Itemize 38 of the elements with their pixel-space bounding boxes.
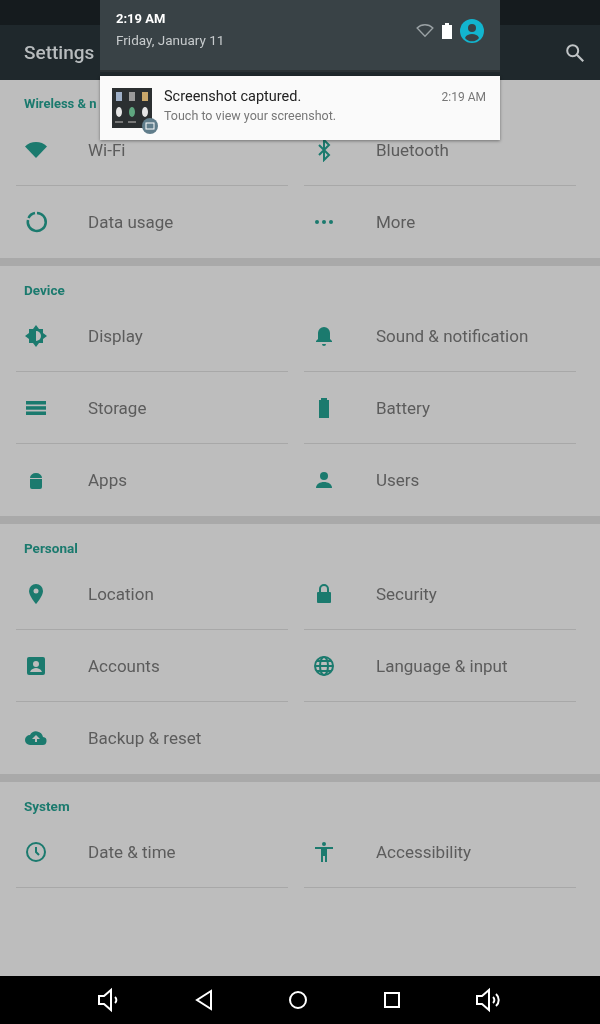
settings-item[interactable]: Backup & reset: [16, 702, 288, 774]
settings-item[interactable]: Date & time: [16, 816, 288, 888]
user-avatar-icon[interactable]: [460, 19, 484, 43]
more-icon: [315, 220, 333, 224]
settings-item[interactable]: Sound & notification: [304, 300, 576, 372]
settings-item[interactable]: Language & input: [304, 630, 576, 702]
settings-item[interactable]: Accounts: [16, 630, 288, 702]
settings-item[interactable]: Apps: [16, 444, 288, 516]
brightness-icon: [24, 323, 48, 348]
section-header: Device: [24, 282, 65, 298]
shade-time: 2:19 AM: [116, 11, 167, 26]
settings-item[interactable]: Display: [16, 300, 288, 372]
section-header: System: [24, 798, 70, 814]
battery-icon: [442, 23, 452, 39]
settings-item[interactable]: More: [304, 186, 576, 258]
settings-item[interactable]: Accessibility: [304, 816, 576, 888]
globe-icon: [312, 653, 336, 678]
section-header: Wireless & n: [24, 96, 97, 111]
app-title: Settings: [24, 41, 95, 64]
search-icon: [564, 41, 586, 64]
accessibility-icon: [312, 839, 336, 864]
shade-date: Friday, January 11: [116, 32, 225, 48]
section-header: Personal: [24, 540, 78, 556]
clock-icon: [24, 839, 48, 864]
settings-item[interactable]: Data usage: [16, 186, 288, 258]
settings-item[interactable]: Users: [304, 444, 576, 516]
search-button[interactable]: [564, 41, 586, 64]
notification-time: 2:19 AM: [441, 90, 486, 104]
data-usage-icon: [24, 210, 48, 234]
settings-item[interactable]: Storage: [16, 372, 288, 444]
notification-title: Screenshot captured.: [164, 88, 303, 105]
wifi-icon: [416, 24, 434, 38]
settings-item[interactable]: Location: [16, 558, 288, 630]
image-badge-icon: [142, 118, 158, 134]
notification-card[interactable]: Screenshot captured. Touch to view your screenshot. 2:19 AM: [100, 76, 500, 140]
home-icon: [286, 988, 310, 1012]
settings-item[interactable]: Security: [304, 558, 576, 630]
settings-item[interactable]: Battery: [304, 372, 576, 444]
